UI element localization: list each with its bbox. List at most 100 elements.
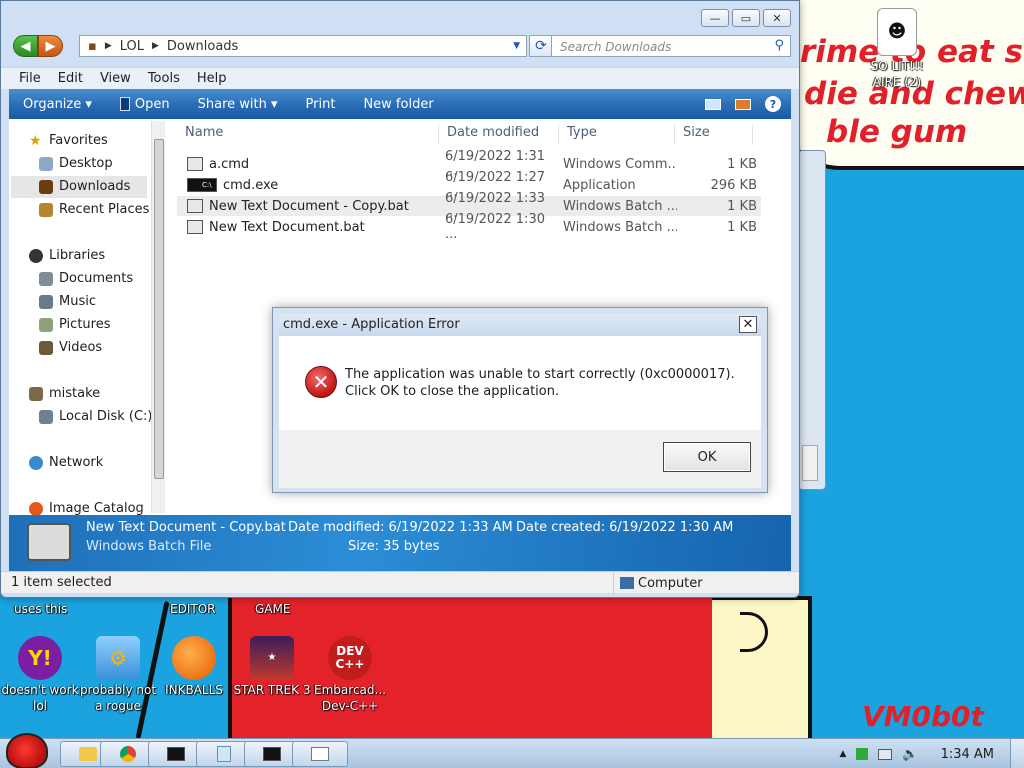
console-icon	[263, 747, 281, 761]
file-type: Windows Batch ...	[563, 219, 677, 235]
nav-computer[interactable]: mistake	[29, 386, 100, 401]
desktop-icon-label: INKBALLS	[165, 683, 223, 697]
column-date-modified[interactable]: Date modified	[439, 125, 559, 145]
column-name[interactable]: Name	[177, 125, 439, 145]
view-options-icon[interactable]	[705, 98, 721, 110]
forward-button[interactable]: ▶	[38, 35, 63, 57]
nav-image-catalog[interactable]: Image Catalog	[29, 501, 144, 516]
cmd-script-icon	[187, 157, 203, 171]
nav-music[interactable]: Music	[39, 294, 96, 309]
navigation-pane: ★ Favorites Desktop Downloads Recent Pla…	[9, 119, 152, 516]
organize-button[interactable]: Organize ▾	[9, 97, 106, 112]
file-size: 1 KB	[727, 219, 757, 235]
nav-downloads[interactable]: Downloads	[39, 179, 130, 194]
dev-cpp-icon: DEV C++	[328, 636, 372, 680]
desktop-icon-startrek[interactable]: ★ STAR TREK 3	[232, 636, 312, 698]
close-button[interactable]: ✕	[763, 9, 791, 27]
nav-desktop[interactable]: Desktop	[39, 156, 113, 171]
ok-button[interactable]: OK	[663, 442, 751, 472]
menu-help[interactable]: Help	[189, 68, 236, 89]
column-type[interactable]: Type	[559, 125, 675, 145]
menu-tools[interactable]: Tools	[140, 68, 189, 89]
breadcrumb-chevron-icon[interactable]: ▶	[105, 41, 112, 51]
help-icon[interactable]: ?	[765, 96, 781, 112]
menu-view[interactable]: View	[92, 68, 140, 89]
address-bar[interactable]: ▪ ▶ LOL ▶ Downloads ▼	[79, 35, 527, 57]
refresh-button[interactable]: ⟳	[529, 35, 553, 57]
clock[interactable]: 1:34 AM	[941, 747, 994, 762]
breadcrumb-item[interactable]: LOL	[120, 39, 144, 54]
breadcrumb-item[interactable]: Downloads	[167, 39, 238, 54]
desktop-label: uses this	[14, 602, 68, 616]
nav-libraries[interactable]: Libraries	[29, 248, 105, 263]
column-size[interactable]: Size	[675, 125, 753, 145]
taskbar-window-button[interactable]	[292, 741, 348, 767]
dialog-title-bar[interactable]: cmd.exe - Application Error ✕	[279, 314, 761, 336]
nav-label: Videos	[59, 340, 103, 355]
scrollbar-thumb[interactable]	[802, 445, 818, 481]
console-icon	[167, 747, 185, 761]
batch-file-icon	[187, 199, 203, 213]
dropdown-arrow-icon[interactable]: ▼	[513, 41, 520, 51]
details-value: 6/19/2022 1:33 AM	[388, 520, 513, 535]
nav-local-disk[interactable]: Local Disk (C:)	[39, 409, 152, 424]
minimize-button[interactable]: —	[701, 9, 729, 27]
folder-icon	[79, 747, 97, 761]
open-button[interactable]: Open	[106, 97, 184, 112]
nav-favorites[interactable]: ★ Favorites	[29, 133, 108, 148]
details-size: Size: 35 bytes	[348, 539, 440, 554]
desktop-icon-so-lit[interactable]: ☻ SO LIT!!! AIRE (2)	[857, 8, 937, 90]
command-bar: Organize ▾ Open Share with ▾ Print New f…	[9, 89, 791, 119]
new-folder-button[interactable]: New folder	[349, 97, 447, 112]
status-location-label: Computer	[638, 575, 703, 591]
desktop-icon-probably[interactable]: ⚙ probably not a rogue	[78, 636, 158, 714]
error-dialog[interactable]: cmd.exe - Application Error ✕ ✕ The appl…	[272, 307, 768, 493]
details-label: Date modified:	[288, 520, 385, 535]
nav-recent-places[interactable]: Recent Places	[39, 202, 149, 217]
network-icon[interactable]	[878, 748, 893, 760]
start-button[interactable]	[6, 733, 48, 768]
nav-videos[interactable]: Videos	[39, 340, 102, 355]
desktop-icon-yahoo[interactable]: Y! doesn't work lol	[0, 636, 80, 714]
scrollbar-thumb[interactable]	[154, 139, 164, 479]
file-row[interactable]: New Text Document.bat 6/19/2022 1:30 ...…	[177, 212, 761, 242]
dialog-close-button[interactable]: ✕	[739, 316, 757, 333]
music-icon	[39, 294, 53, 309]
menu-edit[interactable]: Edit	[50, 68, 92, 89]
back-button[interactable]: ◀	[13, 35, 38, 57]
share-with-button[interactable]: Share with ▾	[184, 97, 292, 112]
search-icon[interactable]: ⚲	[774, 38, 784, 53]
nav-label: Local Disk (C:)	[59, 409, 153, 424]
nav-network[interactable]: Network	[29, 455, 103, 470]
maximize-button[interactable]: ▭	[732, 9, 760, 27]
nav-pane-scrollbar[interactable]	[151, 121, 165, 513]
desktop-icon-inkballs[interactable]: INKBALLS	[154, 636, 234, 698]
details-value: 35 bytes	[383, 539, 440, 554]
network-globe-icon	[29, 455, 43, 470]
nav-label: Music	[59, 294, 96, 309]
inkball-icon	[172, 636, 216, 680]
search-input[interactable]: Search Downloads ⚲	[551, 35, 791, 57]
nav-label: Network	[49, 455, 104, 470]
preview-pane-icon[interactable]	[735, 98, 751, 110]
desktop-icon-devcpp[interactable]: DEV C++ Embarcad... Dev-C++	[310, 636, 390, 714]
background-window-edge[interactable]	[798, 150, 826, 490]
breadcrumb-chevron-icon[interactable]: ▶	[152, 41, 159, 51]
search-placeholder: Search Downloads	[560, 40, 672, 54]
desktop-icon-label: STAR TREK 3	[233, 683, 311, 697]
selection-count: 1 item selected	[11, 575, 112, 590]
nav-documents[interactable]: Documents	[39, 271, 133, 286]
explorer-window[interactable]: — ▭ ✕ ◀ ▶ ▪ ▶ LOL ▶ Downloads ▼ ⟳ Search…	[0, 0, 800, 598]
pictures-icon	[39, 317, 53, 332]
file-name: a.cmd	[209, 156, 250, 172]
videos-icon	[39, 340, 53, 355]
nav-pictures[interactable]: Pictures	[39, 317, 110, 332]
action-center-icon[interactable]	[856, 748, 869, 760]
print-button[interactable]: Print	[292, 97, 350, 112]
show-hidden-icons-icon[interactable]: ▲	[839, 749, 846, 759]
menu-file[interactable]: File	[11, 68, 50, 89]
volume-icon[interactable]: 🔈	[902, 747, 918, 762]
desktop-icon-label: probably not a rogue	[79, 683, 157, 713]
wallpaper-scrawl-line: ble gum	[826, 114, 968, 150]
show-desktop-button[interactable]	[1010, 739, 1024, 768]
